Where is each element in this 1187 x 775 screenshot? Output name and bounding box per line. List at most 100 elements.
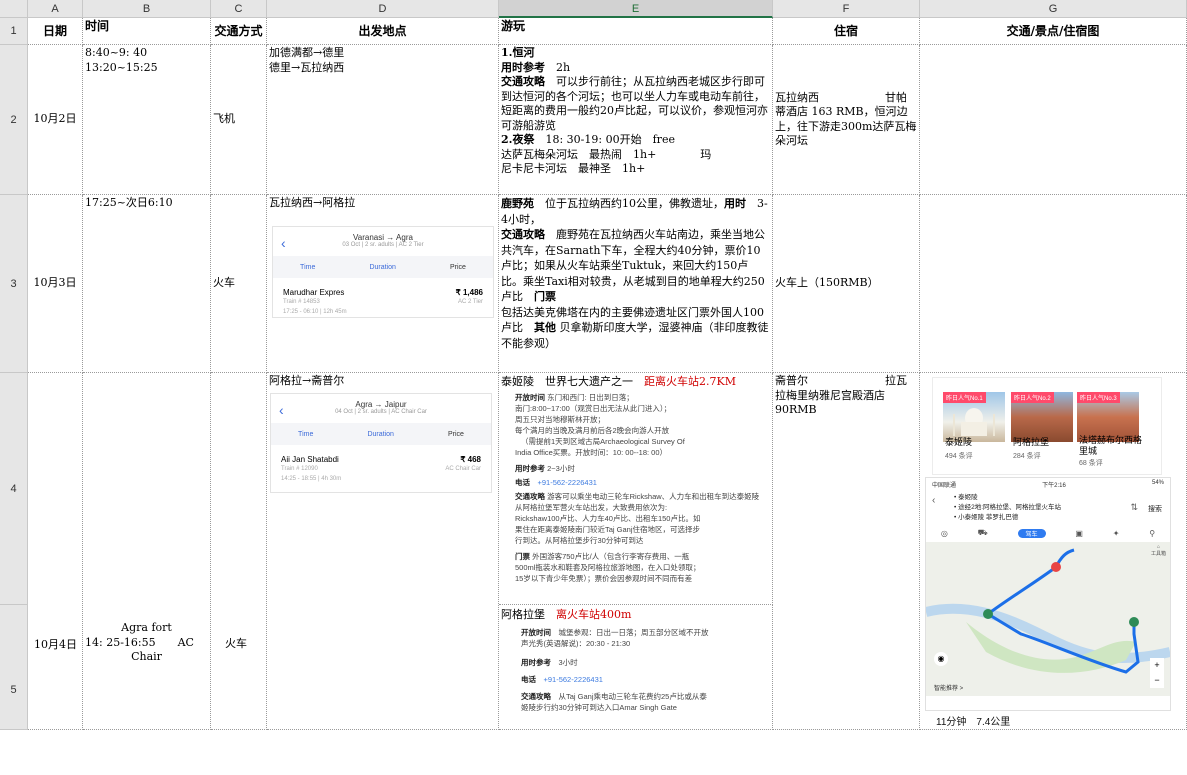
taxi-icon[interactable]: ◎ — [941, 529, 948, 538]
sort-bar: Time Duration Price — [273, 256, 493, 278]
row2-date[interactable]: 10月2日 — [28, 45, 83, 195]
car-icon[interactable]: ⛟ — [978, 528, 988, 538]
header-transport[interactable]: 交通方式 — [211, 18, 267, 45]
row2-play-time-value: 2h — [556, 60, 571, 74]
row4-date[interactable]: 10月4日 — [28, 620, 83, 670]
row4-play[interactable]: 泰姬陵 世界七大遗产之一 距离火车站2.7KM 开放时间 东门和西门: 日出到日… — [499, 373, 773, 605]
taj-ticket-label: 门票 — [515, 551, 530, 561]
column-header-c[interactable]: C — [211, 0, 267, 18]
status-carrier: 中国联通 — [932, 483, 957, 489]
bus-icon[interactable]: ▣ — [1075, 529, 1083, 538]
row3-map[interactable] — [920, 195, 1187, 373]
row2-departure[interactable]: 加德满都→德里 德里→瓦拉纳西 — [267, 45, 499, 195]
route-via[interactable]: • 途经2地:阿格拉堡、阿格拉堡火车站 — [954, 503, 1061, 513]
taj-open-label: 开放时间 — [515, 392, 545, 402]
column-header-e[interactable]: E — [499, 0, 773, 18]
row2-play[interactable]: 1.恒河 用时参考 2h 交通攻略 可以步行前往；从瓦拉纳西老城区步行即可到达恒… — [499, 45, 773, 195]
attractions-screenshot: 昨日人气No.1 昨日人气No.2 昨日人气No.3 泰姬陵 494 条评 阿格… — [932, 377, 1162, 475]
row-header-2[interactable]: 2 — [0, 45, 28, 195]
row-header-4[interactable]: 4 — [0, 373, 28, 605]
map-back-icon[interactable]: ‹ — [932, 495, 935, 506]
route-start[interactable]: • 泰姬陵 — [954, 493, 1061, 503]
header-date[interactable]: 日期 — [28, 18, 83, 45]
mode-drive-tab[interactable]: 驾车 — [1017, 528, 1046, 538]
train-number: Train # 14853 — [283, 299, 320, 305]
walk-icon[interactable]: ✦ — [1113, 529, 1120, 538]
row2-play-traffic-label: 交通攻略 — [501, 75, 545, 88]
taj-doc: 开放时间 东门和西门: 日出到日落； 南门:8:00~17:00（观赏日出无法从… — [501, 390, 770, 584]
sort-price: Price — [450, 263, 466, 271]
zoom-controls[interactable]: + − — [1150, 658, 1164, 688]
route-map-graphic — [926, 542, 1170, 696]
row2-play-night-free: free — [652, 133, 675, 146]
row2-time[interactable]: 8:40~9: 40 13:20~15:25 — [83, 45, 211, 195]
column-header-g[interactable]: G — [920, 0, 1187, 18]
row2-stay[interactable]: 瓦拉纳西 甘帕蒂酒店 163 RMB，恒河边上，往下游走300m达萨瓦梅朵河坛 — [773, 45, 920, 195]
row3-time[interactable]: 17:25~次日6:10 — [83, 195, 211, 373]
taj-open-3: 周五只对当地穆斯林开放； — [515, 414, 605, 424]
row3-stay[interactable]: 火车上（150RMB） — [773, 195, 920, 373]
fort-distance: 离火车站400m — [556, 608, 632, 621]
swap-icon[interactable]: ⇅ — [1130, 502, 1138, 513]
route-map[interactable]: ⌂ 工具箱 ◉ + − 智能推荐 > — [926, 542, 1170, 696]
fort-phone-link[interactable]: +91-562-2226431 — [544, 675, 603, 684]
header-departure[interactable]: 出发地点 — [267, 18, 499, 45]
train-price: ₹ 1,486 — [455, 288, 483, 297]
row4-time[interactable]: Agra fort 14: 25-16:55 AC Chair — [83, 373, 211, 730]
row4-transport[interactable]: 火车 — [211, 373, 267, 730]
smart-recommend-link[interactable]: 智能推荐 > — [934, 683, 963, 692]
row5-play[interactable]: 阿格拉堡 离火车站400m 开放时间 城堡参观：日出一日落；周五部分区域不开放 … — [499, 605, 773, 730]
row3-play[interactable]: 鹿野苑 位于瓦拉纳西约10公里，佛教遗址，用时 3-4小时， 交通攻略 鹿野苑在… — [499, 195, 773, 373]
taj-traffic-label: 交通攻略 — [515, 491, 545, 501]
route-via-label: 途经2地:阿格拉堡、阿格拉堡火车站 — [958, 504, 1062, 511]
row3-transport[interactable]: 火车 — [211, 195, 267, 373]
back-icon: ‹ — [279, 402, 284, 418]
attraction-count-1: 494 条评 — [945, 453, 973, 460]
select-all-corner[interactable] — [0, 0, 28, 18]
row-header-1[interactable]: 1 — [0, 18, 28, 45]
bike-icon[interactable]: ⚲ — [1149, 529, 1155, 538]
taj-traffic-text: 游客可以乘坐电动三轮车Rickshaw、人力车和出租车到达泰姬陵 — [547, 491, 760, 501]
taj-time-text: 2~3小时 — [547, 463, 575, 473]
fort-phone-label: 电话 — [521, 674, 536, 684]
row4-transport-text: 火车 — [225, 637, 247, 650]
taj-open-4: 每个满月的当晚及满月前后各2晚会向游人开放 — [515, 425, 670, 435]
taj-ticket-3: 15岁以下青少年免票）；票价会因参观时间不同而有差 — [515, 573, 693, 583]
row2-play-night-time: 18: 30-19: 00开始 — [545, 133, 642, 146]
header-map[interactable]: 交通/景点/住宿图 — [920, 18, 1187, 45]
attraction-name-2[interactable]: 阿格拉堡 — [1013, 435, 1075, 448]
row2-transport[interactable]: 飞机 — [211, 45, 267, 195]
attraction-name-3[interactable]: 法塔赫布尔西格里城 — [1079, 435, 1149, 457]
locate-icon[interactable]: ◉ — [934, 652, 948, 666]
status-battery: 54% — [1151, 480, 1164, 486]
row4-stay[interactable]: 斋普尔 拉瓦拉梅里纳雅尼宫殿酒店 90RMB — [773, 373, 920, 730]
row3-play-traffic-label: 交通攻略 — [501, 228, 545, 241]
fort-open-text: 城堡参观：日出一日落；周五部分区域不开放 — [558, 627, 709, 637]
sort-duration: Duration — [367, 430, 394, 438]
map-search-button[interactable]: 搜索 — [1148, 504, 1162, 514]
attraction-name-1[interactable]: 泰姬陵 — [945, 435, 1007, 448]
column-header-f[interactable]: F — [773, 0, 920, 18]
column-header-d[interactable]: D — [267, 0, 499, 18]
taj-phone-link[interactable]: +91-562-2226431 — [538, 478, 597, 487]
spreadsheet: A B C D E F G 1 2 3 4 5 日期 时间 交通方式 出发地点 … — [0, 0, 1187, 730]
sort-bar: Time Duration Price — [271, 423, 491, 445]
header-stay[interactable]: 住宿 — [773, 18, 920, 45]
row3-play-time-label: 用时 — [724, 197, 746, 210]
row4-date-top[interactable] — [28, 373, 83, 730]
row4-time-line3: Chair — [131, 650, 162, 663]
row2-play-night-line3: 尼卡尼卡河坛 最神圣 1h+ — [501, 162, 646, 175]
taj-title: 泰姬陵 世界七大遗产之一 — [501, 375, 633, 388]
row2-map[interactable] — [920, 45, 1187, 195]
row-header-3[interactable]: 3 — [0, 195, 28, 373]
route-end[interactable]: • 小泰姬陵 菲罗扎巴德 — [954, 513, 1061, 523]
column-header-b[interactable]: B — [83, 0, 211, 18]
row3-date[interactable]: 10月3日 — [28, 195, 83, 373]
attraction-count-3: 68 条评 — [1079, 460, 1103, 467]
row-header-5[interactable]: 5 — [0, 605, 28, 730]
column-header-a[interactable]: A — [28, 0, 83, 18]
train-search-meta: 03 Oct | 2 sr. adults | AC 2 Tier — [342, 242, 424, 248]
header-play[interactable]: 游玩 — [499, 18, 773, 45]
route-start-label: 泰姬陵 — [958, 494, 978, 501]
header-time[interactable]: 时间 — [83, 18, 211, 45]
